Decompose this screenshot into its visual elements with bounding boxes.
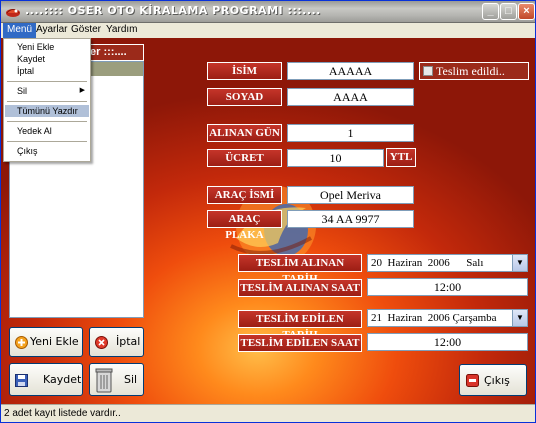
teslim-edilen-tarih-picker[interactable]: 21 Haziran 2006 Çarşamba ▼ (367, 309, 528, 327)
save-disk-icon (15, 374, 28, 387)
ucret-field[interactable]: 10 (287, 149, 384, 167)
menu-item-yedek-al[interactable]: Yedek Al (5, 125, 89, 137)
teslim-edilen-tarih-value: 21 Haziran 2006 Çarşamba (371, 312, 497, 324)
teslim-alinan-tarih-label: TESLİM ALINAN TARİH (238, 254, 362, 285)
teslim-alinan-saat-field[interactable]: 12:00 (367, 278, 528, 296)
kaydet-button[interactable]: Kaydet (9, 363, 83, 396)
teslim-edilen-tarih-label: TESLİM EDİLEN TARİH (238, 310, 362, 341)
teslim-alinan-tarih-value: 20 Haziran 2006 Salı (371, 257, 484, 269)
menu-goster[interactable]: Göster (67, 23, 105, 38)
cikis-label: Çıkış (484, 374, 510, 387)
arac-ismi-label: ARAÇ İSMİ (207, 186, 282, 204)
isim-field[interactable]: AAAAA (287, 62, 414, 80)
menu-item-sil[interactable]: Sil ▶ (5, 85, 89, 97)
ucret-label: ÜCRET (207, 149, 282, 167)
window-title: ....:::: OSER OTO KİRALAMA PROGRAMI :::.… (25, 4, 321, 17)
isim-label: İSİM (207, 62, 282, 80)
menu-separator (7, 121, 87, 122)
chevron-down-icon[interactable]: ▼ (512, 255, 527, 271)
teslim-edilen-saat-label: TESLİM EDİLEN SAAT (238, 334, 362, 352)
sil-label: Sil (124, 373, 138, 386)
menu-dropdown: Yeni Ekle Kaydet İptal Sil ▶ Tümünü Yazd… (3, 38, 91, 162)
add-icon (15, 336, 28, 349)
submenu-arrow-icon: ▶ (79, 87, 85, 94)
app-logo-icon (5, 4, 21, 20)
teslim-alinan-tarih-picker[interactable]: 20 Haziran 2006 Salı ▼ (367, 254, 528, 272)
iptal-button[interactable]: İptal (89, 327, 144, 357)
cikis-button[interactable]: Çıkış (459, 364, 527, 396)
alinan-gun-label: ALINAN GÜN (207, 124, 282, 142)
cancel-icon (95, 336, 108, 349)
status-bar: 2 adet kayıt listede vardır.. (1, 404, 535, 422)
teslim-alinan-saat-label: TESLİM ALINAN SAAT (238, 279, 362, 297)
teslim-edilen-saat-field[interactable]: 12:00 (367, 333, 528, 351)
sil-button[interactable]: Sil (89, 363, 144, 396)
list-header-label: er :::.... (90, 46, 127, 58)
main-window: ....:::: OSER OTO KİRALAMA PROGRAMI :::.… (0, 0, 536, 423)
menu-separator (7, 81, 87, 82)
chevron-down-icon[interactable]: ▼ (512, 310, 527, 326)
menu-item-kaydet[interactable]: Kaydet (5, 53, 89, 65)
menu-item-tumunu-yazdir[interactable]: Tümünü Yazdır (5, 105, 89, 117)
teslim-edildi-checkbox[interactable]: Teslim edildi.. (419, 62, 529, 80)
checkbox-box[interactable] (423, 66, 433, 76)
menu-item-yeni-ekle[interactable]: Yeni Ekle (5, 41, 89, 53)
alinan-gun-field[interactable]: 1 (287, 124, 414, 142)
yeni-ekle-button[interactable]: Yeni Ekle (9, 327, 83, 357)
menu-item-sil-label: Sil (17, 86, 28, 96)
soyad-label: SOYAD (207, 88, 282, 106)
arac-plaka-field[interactable]: 34 AA 9977 (287, 210, 414, 228)
yeni-ekle-label: Yeni Ekle (30, 335, 79, 348)
menu-ayarlar[interactable]: Ayarlar (32, 23, 72, 38)
minimize-button[interactable]: _ (482, 3, 499, 20)
menu-yardim[interactable]: Yardım (102, 23, 142, 38)
menu-bar: Menü Ayarlar Göster Yardım (1, 23, 535, 38)
menu-item-iptal[interactable]: İptal (5, 65, 89, 77)
menu-item-cikis[interactable]: Çıkış (5, 145, 89, 157)
kaydet-label: Kaydet (43, 373, 82, 386)
exit-icon (466, 374, 479, 387)
title-bar[interactable]: ....:::: OSER OTO KİRALAMA PROGRAMI :::.… (1, 1, 535, 23)
currency-label: YTL (386, 148, 416, 167)
soyad-field[interactable]: AAAA (287, 88, 414, 106)
teslim-edildi-label: Teslim edildi.. (436, 64, 505, 78)
close-button[interactable]: × (518, 3, 535, 20)
arac-plaka-label: ARAÇ PLAKA (207, 210, 282, 241)
menu-separator (7, 141, 87, 142)
menu-separator (7, 101, 87, 102)
iptal-label: İptal (116, 335, 141, 348)
trash-icon (95, 368, 113, 393)
arac-ismi-field[interactable]: Opel Meriva (287, 186, 414, 204)
maximize-button[interactable]: □ (500, 3, 517, 20)
